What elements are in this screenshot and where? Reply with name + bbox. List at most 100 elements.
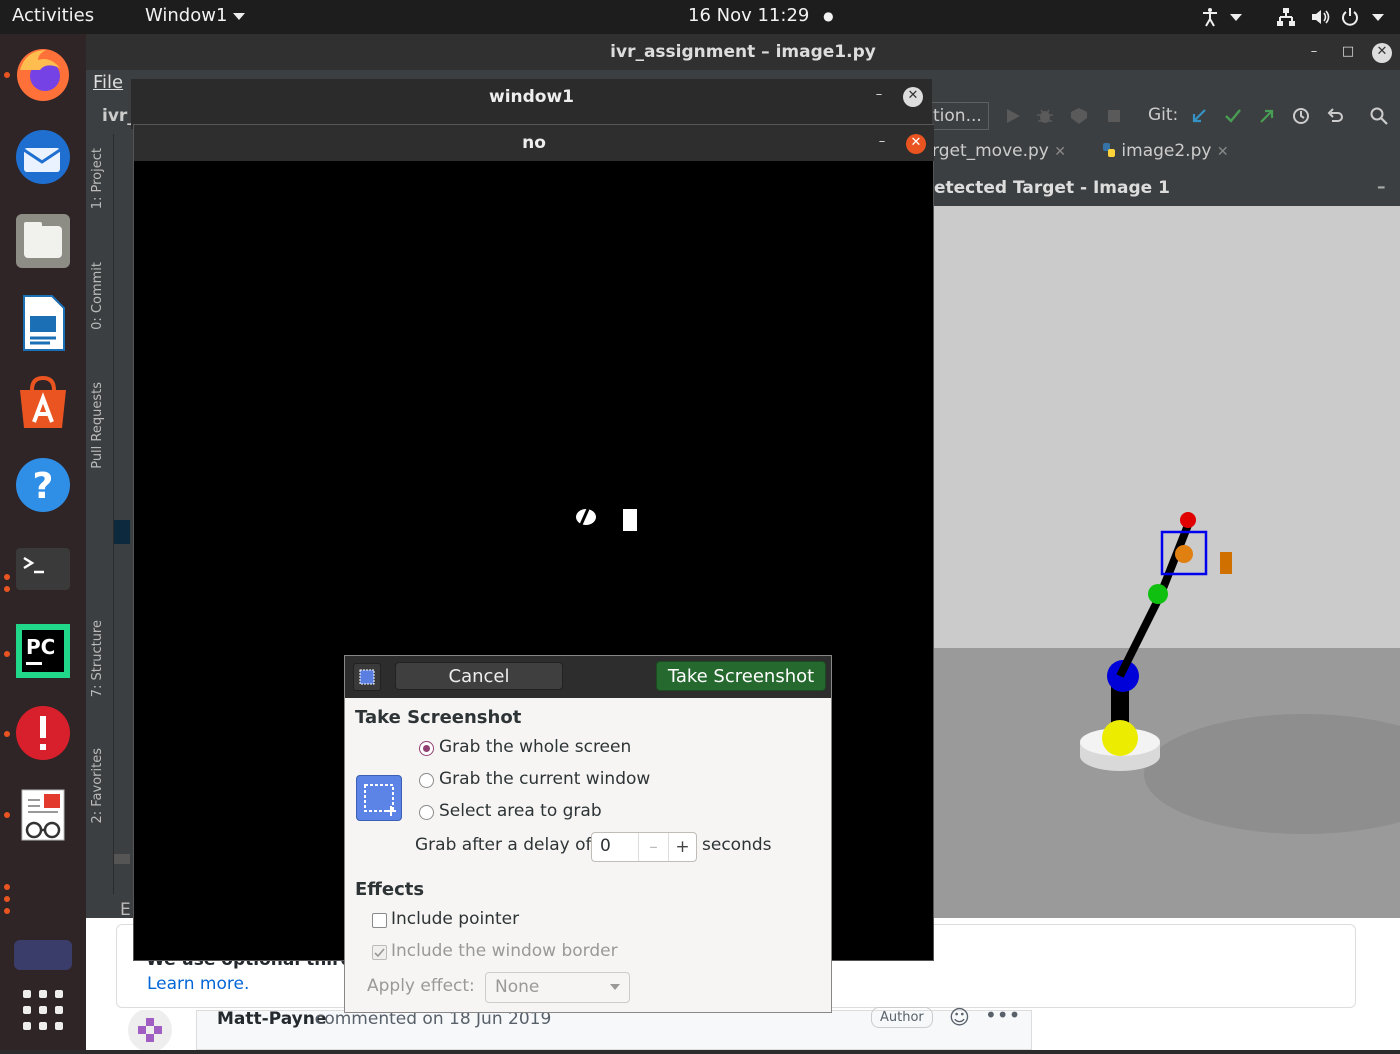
delay-unit: seconds (702, 835, 772, 855)
dock: ? PC (0, 34, 86, 1050)
app-menu[interactable]: Window1 (145, 5, 246, 26)
git-label: Git: (1148, 105, 1179, 125)
top-bar: Activities Window1 16 Nov 11:29 ● (0, 0, 1400, 34)
app-menu-label: Window1 (145, 5, 228, 26)
take-screenshot-button[interactable]: Take Screenshot (656, 661, 826, 691)
software-center-icon[interactable] (14, 374, 72, 432)
close-button[interactable]: ✕ (903, 87, 923, 107)
screenshot-mode-icon (356, 775, 402, 821)
gazebo-view (934, 206, 1400, 1008)
comment-header: Matt-Payne commented on 18 Jun 2019 Auth… (196, 1003, 1032, 1050)
activities-button[interactable]: Activities (12, 5, 94, 26)
git-update-icon[interactable] (1190, 107, 1208, 125)
select-area-label[interactable]: Select area to grab (439, 801, 602, 821)
dialog-header: Cancel Take Screenshot (345, 656, 831, 698)
tool-window-favorites[interactable]: 2: Favorites (90, 748, 105, 824)
close-button[interactable]: ✕ (906, 134, 926, 154)
editor-tabs: rget_move.py ✕ image2.py ✕ (930, 134, 1400, 170)
chevron-down-icon[interactable] (1230, 14, 1242, 21)
scrollbar[interactable] (114, 854, 130, 864)
chevron-down-icon[interactable] (1372, 14, 1384, 21)
include-border-checkbox[interactable] (372, 945, 387, 960)
writer-icon[interactable] (14, 294, 72, 352)
image-window-header: etected Target - Image 1 – (930, 170, 1400, 206)
debug-icon[interactable] (1036, 107, 1054, 125)
close-button[interactable]: ✕ (1372, 43, 1392, 63)
run-config-label: tion... (933, 106, 982, 126)
power-icon[interactable] (1340, 7, 1360, 27)
minimize-button[interactable]: – (1377, 177, 1386, 197)
grab-whole-screen-radio[interactable] (419, 741, 434, 756)
run-icon[interactable] (1004, 107, 1022, 125)
bottom-tool-label[interactable]: E (120, 900, 131, 920)
window1-title: window1 (488, 87, 575, 107)
show-applications-icon[interactable] (23, 990, 63, 1030)
history-icon[interactable] (1292, 107, 1310, 125)
mask-image (576, 508, 637, 531)
running-indicator (4, 574, 10, 580)
grab-current-window-label[interactable]: Grab the current window (439, 769, 650, 789)
running-indicator (4, 812, 10, 818)
document-viewer-icon[interactable] (14, 786, 72, 844)
image-window-title: etected Target - Image 1 (934, 178, 1170, 198)
delay-value[interactable]: 0 (600, 836, 611, 856)
include-pointer-checkbox[interactable] (372, 913, 387, 928)
tab-target-move[interactable]: rget_move.py ✕ (932, 141, 1066, 161)
apply-effect-select[interactable]: None (485, 972, 630, 1003)
run-config-select[interactable]: tion... (931, 102, 989, 130)
help-icon[interactable]: ? (14, 456, 72, 514)
avatar[interactable] (126, 1008, 174, 1052)
git-commit-icon[interactable] (1224, 107, 1242, 125)
running-indicator (4, 896, 10, 902)
rollback-icon[interactable] (1326, 107, 1344, 125)
increase-delay-button[interactable]: + (668, 833, 696, 861)
running-indicator (4, 731, 10, 737)
terminal-icon[interactable] (14, 540, 72, 598)
more-options-icon[interactable]: ••• (985, 1003, 1020, 1027)
accessibility-icon[interactable] (1200, 7, 1220, 27)
maximize-button[interactable]: □ (1338, 43, 1358, 63)
search-icon[interactable] (1370, 107, 1388, 125)
minimize-button[interactable]: – (872, 133, 892, 153)
select-area-radio[interactable] (419, 805, 434, 820)
grab-current-window-radio[interactable] (419, 773, 434, 788)
pycharm-icon[interactable]: PC (14, 622, 72, 680)
running-indicator (4, 908, 10, 914)
tab-label: image2.py (1121, 141, 1212, 161)
grab-whole-screen-label[interactable]: Grab the whole screen (439, 737, 631, 757)
workspace-thumbnail[interactable] (14, 940, 72, 970)
tool-window-commit[interactable]: 0: Commit (90, 262, 105, 330)
tool-window-pull-requests[interactable]: Pull Requests (90, 382, 105, 469)
tool-window-structure[interactable]: 7: Structure (90, 620, 105, 697)
coverage-icon[interactable] (1070, 107, 1088, 125)
include-pointer-label[interactable]: Include pointer (391, 909, 519, 929)
screenshot-dialog: Cancel Take Screenshot Take Screenshot G… (344, 655, 832, 1013)
close-tab-icon[interactable]: ✕ (1054, 144, 1066, 160)
tool-window-project[interactable]: 1: Project (90, 148, 105, 209)
learn-more-link[interactable]: Learn more. (147, 974, 249, 994)
stop-icon[interactable] (1106, 108, 1122, 124)
no-window-title: no (134, 125, 934, 161)
pycharm-title: ivr_assignment – image1.py (86, 34, 1400, 70)
include-border-label[interactable]: Include the window border (391, 941, 618, 961)
network-icon[interactable] (1276, 7, 1296, 27)
close-tab-icon[interactable]: ✕ (1217, 144, 1229, 160)
decrease-delay-button[interactable]: – (638, 833, 668, 861)
volume-icon[interactable] (1310, 7, 1330, 27)
comment-author[interactable]: Matt-Payne (217, 1009, 326, 1029)
files-icon[interactable] (14, 212, 72, 270)
emoji-reaction-icon[interactable]: ☺ (949, 1005, 970, 1029)
minimize-button[interactable]: – (869, 86, 889, 106)
delay-label: Grab after a delay of (415, 835, 592, 855)
firefox-icon[interactable] (14, 46, 72, 104)
running-indicator (4, 586, 10, 592)
cancel-button[interactable]: Cancel (395, 662, 563, 690)
git-push-icon[interactable] (1258, 107, 1276, 125)
thunderbird-icon[interactable] (14, 128, 72, 186)
minimize-button[interactable]: – (1304, 43, 1324, 63)
menu-file[interactable]: File (93, 72, 123, 93)
clock[interactable]: 16 Nov 11:29 ● (688, 5, 834, 26)
running-indicator (4, 72, 10, 78)
error-report-icon[interactable] (14, 704, 72, 762)
tab-image2[interactable]: image2.py ✕ (1102, 141, 1229, 161)
